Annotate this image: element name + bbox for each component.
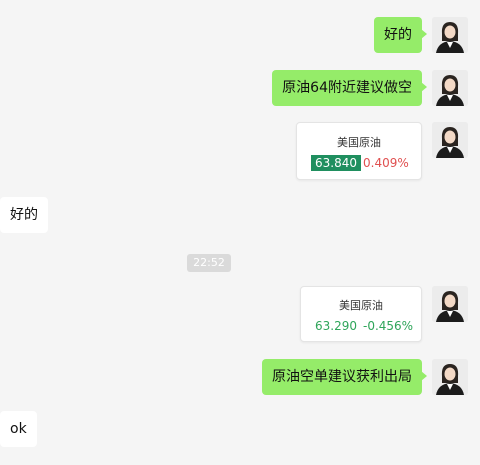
avatar[interactable] <box>432 286 468 322</box>
message-text: 原油空单建议获利出局 <box>272 369 412 385</box>
chat-area: 好的 原油64附近建议做空 美国原油 63.840 0.409% 好的 22:5… <box>0 0 480 465</box>
quote-card[interactable]: 美国原油 63.290 -0.456% <box>300 286 422 342</box>
quote-change: -0.456% <box>363 319 414 333</box>
message-text: 原油64附近建议做空 <box>282 80 412 96</box>
quote-card[interactable]: 美国原油 63.840 0.409% <box>296 122 422 180</box>
message-row: 原油64附近建议做空 <box>0 70 480 106</box>
woman-avatar-icon <box>432 122 468 158</box>
quote-name: 美国原油 <box>337 136 381 149</box>
message-bubble[interactable]: 好的 <box>374 17 427 53</box>
message-bubble[interactable]: 原油64附近建议做空 <box>272 70 427 106</box>
message-text: 好的 <box>10 207 38 223</box>
avatar[interactable] <box>432 122 468 158</box>
quote-name: 美国原油 <box>339 299 383 312</box>
message-row: 美国原油 63.840 0.409% <box>0 122 480 182</box>
quote-change: 0.409% <box>363 156 409 170</box>
message-text: ok <box>10 421 27 437</box>
quote-price: 63.290 <box>315 319 357 333</box>
woman-avatar-icon <box>432 359 468 395</box>
message-row: 好的 <box>0 197 480 233</box>
avatar[interactable] <box>432 70 468 106</box>
avatar[interactable] <box>432 359 468 395</box>
message-bubble[interactable]: 原油空单建议获利出局 <box>262 359 427 395</box>
message-bubble[interactable]: 好的 <box>0 197 48 233</box>
woman-avatar-icon <box>432 286 468 322</box>
message-bubble[interactable]: ok <box>0 411 37 447</box>
quote-price: 63.840 <box>311 155 361 171</box>
woman-avatar-icon <box>432 17 468 53</box>
message-text: 好的 <box>384 27 412 43</box>
message-row: 原油空单建议获利出局 <box>0 359 480 395</box>
woman-avatar-icon <box>432 70 468 106</box>
message-row: 美国原油 63.290 -0.456% <box>0 286 480 346</box>
timestamp: 22:52 <box>187 254 231 272</box>
message-row: ok <box>0 411 480 447</box>
avatar[interactable] <box>432 17 468 53</box>
message-row: 好的 <box>0 17 480 53</box>
